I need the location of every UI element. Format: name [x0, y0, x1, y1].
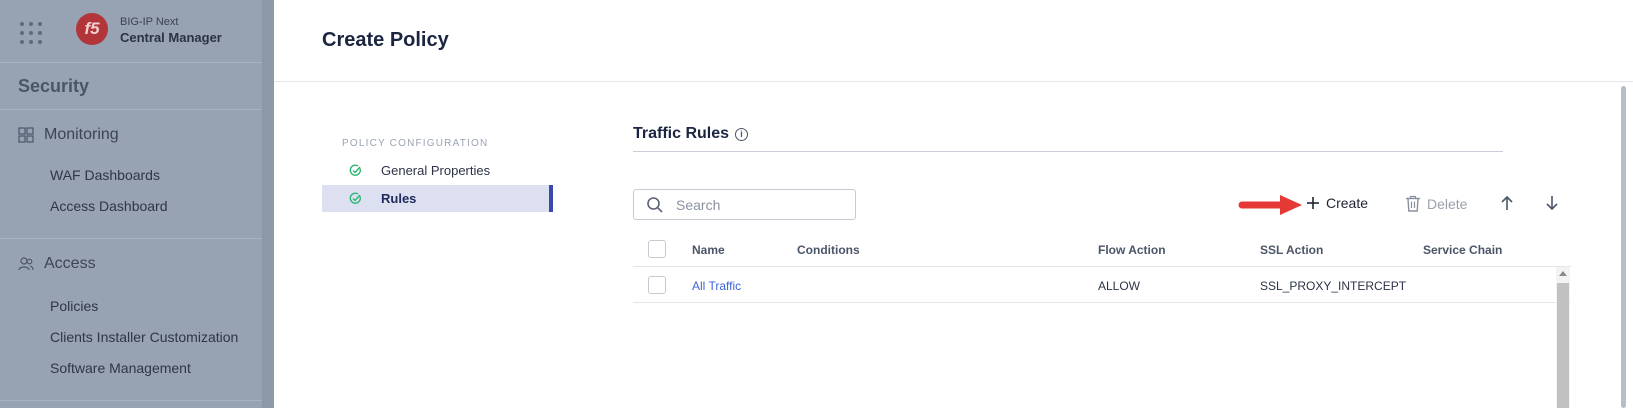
divider [0, 238, 262, 239]
divider [0, 62, 262, 63]
nav-item-label: Rules [381, 191, 417, 206]
trash-icon [1406, 195, 1420, 212]
annotation-arrow-icon [1238, 195, 1302, 215]
info-icon[interactable]: i [735, 127, 749, 141]
select-all-checkbox[interactable] [648, 240, 666, 258]
divider [633, 302, 1571, 303]
arrow-down-icon [1546, 196, 1558, 211]
brand-line1: BIG-IP Next [120, 16, 179, 28]
users-icon [18, 257, 34, 271]
table-scrollbar[interactable] [1556, 267, 1570, 408]
sidebar-item-access-dashboard[interactable]: Access Dashboard [50, 198, 168, 214]
sidebar-scrollbar[interactable] [262, 0, 274, 408]
sidebar-group-monitoring[interactable]: Monitoring [18, 126, 119, 144]
dashboard-grid-icon [18, 127, 34, 143]
check-circle-icon [349, 192, 363, 205]
divider [0, 400, 262, 401]
sidebar-group-access[interactable]: Access [18, 255, 96, 273]
page-scrollbar[interactable] [1621, 86, 1626, 408]
policy-config-heading: POLICY CONFIGURATION [342, 138, 489, 149]
sidebar-item-waf-dashboards[interactable]: WAF Dashboards [50, 167, 160, 183]
column-header-flow-action[interactable]: Flow Action [1098, 243, 1166, 257]
f5-logo: f5 [76, 13, 108, 45]
create-label: Create [1326, 195, 1369, 211]
create-button[interactable]: Create [1306, 195, 1368, 211]
traffic-rules-title: Traffic Rules i [633, 125, 749, 143]
move-down-button[interactable] [1545, 195, 1565, 211]
page-header: Create Policy [274, 0, 1633, 82]
search-icon [647, 196, 663, 213]
sidebar: f5 BIG-IP Next Central Manager Security … [0, 0, 274, 408]
plus-icon [1307, 197, 1319, 209]
rule-flow-action: ALLOW [1098, 279, 1141, 293]
column-header-ssl-action[interactable]: SSL Action [1260, 243, 1323, 257]
app-launcher-icon[interactable] [20, 22, 42, 44]
delete-label: Delete [1427, 195, 1468, 212]
scrollbar-thumb[interactable] [1557, 283, 1569, 408]
brand-header: f5 BIG-IP Next Central Manager [0, 0, 274, 62]
nav-item-rules[interactable]: Rules [322, 185, 553, 212]
brand-line2: Central Manager [120, 30, 222, 45]
sidebar-group-label: Access [44, 255, 96, 272]
sidebar-group-label: Monitoring [44, 126, 119, 143]
sidebar-section-title: Security [18, 76, 90, 96]
scroll-up-icon[interactable] [1559, 271, 1567, 276]
search-field[interactable] [633, 189, 856, 220]
traffic-rules-title-text: Traffic Rules [633, 125, 730, 142]
divider [0, 109, 262, 110]
divider [633, 266, 1571, 267]
row-checkbox[interactable] [648, 276, 666, 294]
divider [633, 151, 1503, 152]
rule-ssl-action: SSL_PROXY_INTERCEPT [1260, 279, 1407, 293]
rule-name-link[interactable]: All Traffic [692, 279, 741, 293]
column-header-service-chain[interactable]: Service Chain [1423, 243, 1502, 257]
column-header-conditions[interactable]: Conditions [797, 243, 860, 257]
page-title: Create Policy [322, 29, 449, 51]
arrow-up-icon [1501, 195, 1513, 210]
column-header-name[interactable]: Name [692, 243, 725, 257]
sidebar-item-clients-installer[interactable]: Clients Installer Customization [50, 329, 238, 345]
sidebar-item-software-management[interactable]: Software Management [50, 360, 191, 376]
delete-button[interactable]: Delete [1405, 195, 1467, 212]
move-up-button[interactable] [1500, 195, 1520, 211]
check-circle-icon [349, 164, 363, 177]
nav-item-general-properties[interactable]: General Properties [322, 157, 553, 184]
search-input[interactable] [674, 195, 838, 214]
nav-item-label: General Properties [381, 163, 491, 178]
sidebar-item-policies[interactable]: Policies [50, 298, 98, 314]
